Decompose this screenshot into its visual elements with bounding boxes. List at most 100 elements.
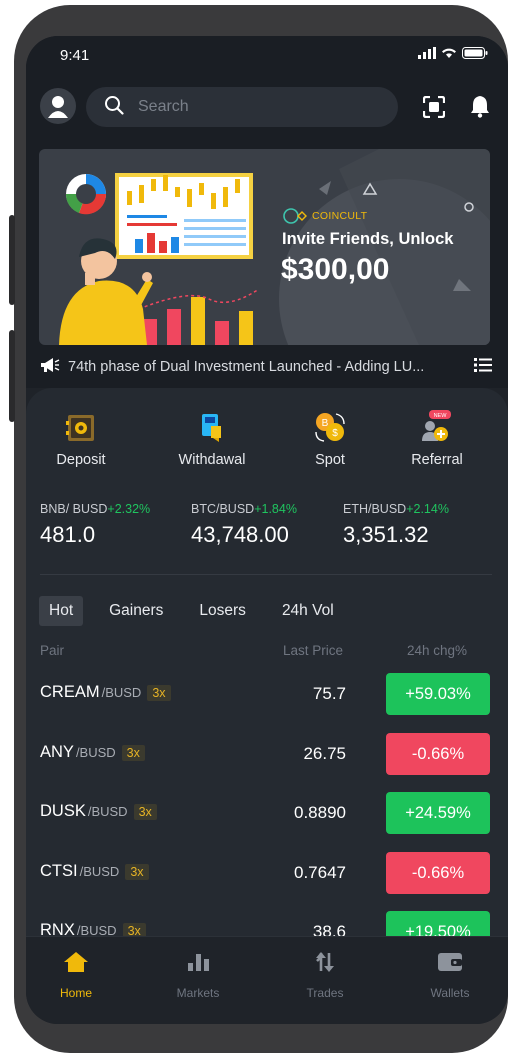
pair-change: +2.14% xyxy=(406,502,449,516)
row-price: 0.7647 xyxy=(294,863,346,882)
leverage-badge: 3x xyxy=(121,745,145,761)
withdrawal-label: Withdawal xyxy=(178,452,246,468)
brand-logo: COINCULT xyxy=(283,207,367,225)
pair-change: +2.32% xyxy=(107,502,151,516)
avatar[interactable] xyxy=(40,88,76,124)
row-quote: /BUSD xyxy=(101,685,142,700)
nav-wallets[interactable]: Wallets xyxy=(405,951,495,1000)
nav-home[interactable]: Home xyxy=(31,951,121,1000)
coin-exchange-icon: B$ xyxy=(315,413,345,442)
banner-headline: Invite Friends, Unlock xyxy=(282,230,454,248)
row-change[interactable]: -0.66% xyxy=(386,733,490,775)
pair-name: ETH/BUSD xyxy=(343,502,407,516)
swap-arrows-icon xyxy=(316,952,334,972)
row-change[interactable]: -0.66% xyxy=(386,852,490,894)
leverage-badge: 3x xyxy=(133,804,157,820)
quick-actions: Deposit Withdawal B $ Spot NEW Referral xyxy=(26,410,508,480)
battery-icon xyxy=(462,46,488,64)
tab-24h-vol[interactable]: 24h Vol xyxy=(272,596,344,626)
list-icon[interactable] xyxy=(474,357,492,378)
leverage-badge: 3x xyxy=(147,685,171,701)
safe-icon xyxy=(66,415,94,441)
table-row[interactable]: CREAM/BUSD 3x 75.7 +59.03% xyxy=(26,673,508,715)
phone-screen: 9:41 Search COINCULT Invite Friends, Unl… xyxy=(26,36,508,1024)
pair-name: BTC/BUSD xyxy=(191,502,255,516)
nav-label: Markets xyxy=(176,986,220,1000)
announcement-bar[interactable]: 74th phase of Dual Investment Launched -… xyxy=(40,355,492,379)
tab-gainers[interactable]: Gainers xyxy=(99,596,173,626)
price-card-bnb[interactable]: BNB/ BUSD+2.32% 481.0 xyxy=(40,502,150,548)
user-icon xyxy=(48,96,68,118)
nav-label: Wallets xyxy=(430,986,470,1000)
signal-icon xyxy=(418,46,436,64)
header-last-price: Last Price xyxy=(283,643,344,658)
search-icon xyxy=(104,95,124,120)
table-row[interactable]: DUSK/BUSD 3x 0.8890 +24.59% xyxy=(26,792,508,834)
main-panel: Deposit Withdawal B$ Spot NEW Referral xyxy=(26,388,508,953)
pair-change: +1.84% xyxy=(254,502,297,516)
row-symbol: CTSI xyxy=(40,862,78,880)
bar-chart-icon xyxy=(188,954,209,971)
row-symbol: CREAM xyxy=(40,683,100,701)
price-card-eth[interactable]: ETH/BUSD+2.14% 3,351.32 xyxy=(343,502,449,548)
row-symbol: ANY xyxy=(40,743,74,761)
volume-button xyxy=(9,215,15,305)
row-price: 26.75 xyxy=(303,744,346,763)
brand-name: COINCULT xyxy=(312,210,368,222)
row-change[interactable]: +59.03% xyxy=(386,673,490,715)
tab-losers[interactable]: Losers xyxy=(189,596,256,626)
row-price: 75.7 xyxy=(312,684,346,703)
row-quote: /BUSD xyxy=(79,864,120,879)
pair-price: 481.0 xyxy=(40,522,96,547)
search-bar[interactable]: Search xyxy=(86,87,398,127)
home-icon xyxy=(64,952,88,972)
price-card-btc[interactable]: BTC/BUSD+1.84% 43,748.00 xyxy=(191,502,297,548)
status-time: 9:41 xyxy=(60,47,90,64)
referral-icon: NEW xyxy=(422,410,451,441)
tab-hot[interactable]: Hot xyxy=(39,596,84,626)
nav-label: Home xyxy=(59,986,92,1000)
scan-icon[interactable] xyxy=(422,95,446,123)
row-symbol: DUSK xyxy=(40,802,86,820)
pair-name: BNB/ BUSD xyxy=(40,502,108,516)
nav-label: Trades xyxy=(306,986,344,1000)
pair-price: 43,748.00 xyxy=(191,522,289,547)
coincult-logo-icon xyxy=(283,208,307,224)
row-change[interactable]: +24.59% xyxy=(386,792,490,834)
bell-icon[interactable] xyxy=(469,94,491,123)
spot-button[interactable]: B $ Spot xyxy=(280,410,380,468)
leverage-badge: 3x xyxy=(125,864,149,880)
divider xyxy=(40,574,492,575)
card-withdraw-icon xyxy=(202,414,221,442)
bottom-nav: Home Markets Trades Wallets xyxy=(26,936,508,1024)
status-icons xyxy=(418,46,488,64)
deposit-label: Deposit xyxy=(56,452,106,468)
table-row[interactable]: CTSI/BUSD 3x 0.7647 -0.66% xyxy=(26,852,508,894)
row-quote: /BUSD xyxy=(87,804,128,819)
referral-button[interactable]: NEW Referral xyxy=(387,410,487,468)
pair-price: 3,351.32 xyxy=(343,522,429,547)
row-quote: /BUSD xyxy=(75,745,116,760)
svg-text:$: $ xyxy=(332,428,338,439)
banner-amount: $300,00 xyxy=(281,253,390,286)
table-row[interactable]: ANY/BUSD 3x 26.75 -0.66% xyxy=(26,733,508,775)
volume-button-lower xyxy=(9,330,15,422)
deposit-button[interactable]: Deposit xyxy=(31,410,131,468)
header-change: 24h chg% xyxy=(407,643,468,658)
new-badge: NEW xyxy=(434,413,448,419)
announcement-text: 74th phase of Dual Investment Launched -… xyxy=(68,359,425,375)
search-input[interactable]: Search xyxy=(138,98,189,116)
header-pair: Pair xyxy=(40,643,65,658)
promo-banner[interactable]: COINCULT Invite Friends, Unlock $300,00 xyxy=(39,149,490,345)
megaphone-icon xyxy=(40,357,60,378)
header-area: 9:41 Search COINCULT Invite Friends, Unl… xyxy=(26,36,508,388)
referral-label: Referral xyxy=(411,452,463,468)
spot-label: Spot xyxy=(315,452,345,468)
withdrawal-button[interactable]: Withdawal xyxy=(162,410,262,468)
nav-markets[interactable]: Markets xyxy=(153,951,243,1000)
nav-trades[interactable]: Trades xyxy=(280,951,370,1000)
row-price: 0.8890 xyxy=(294,803,346,822)
wifi-icon xyxy=(441,46,457,64)
wallet-icon xyxy=(438,953,462,971)
market-tabs: Hot Gainers Losers 24h Vol xyxy=(39,596,360,626)
